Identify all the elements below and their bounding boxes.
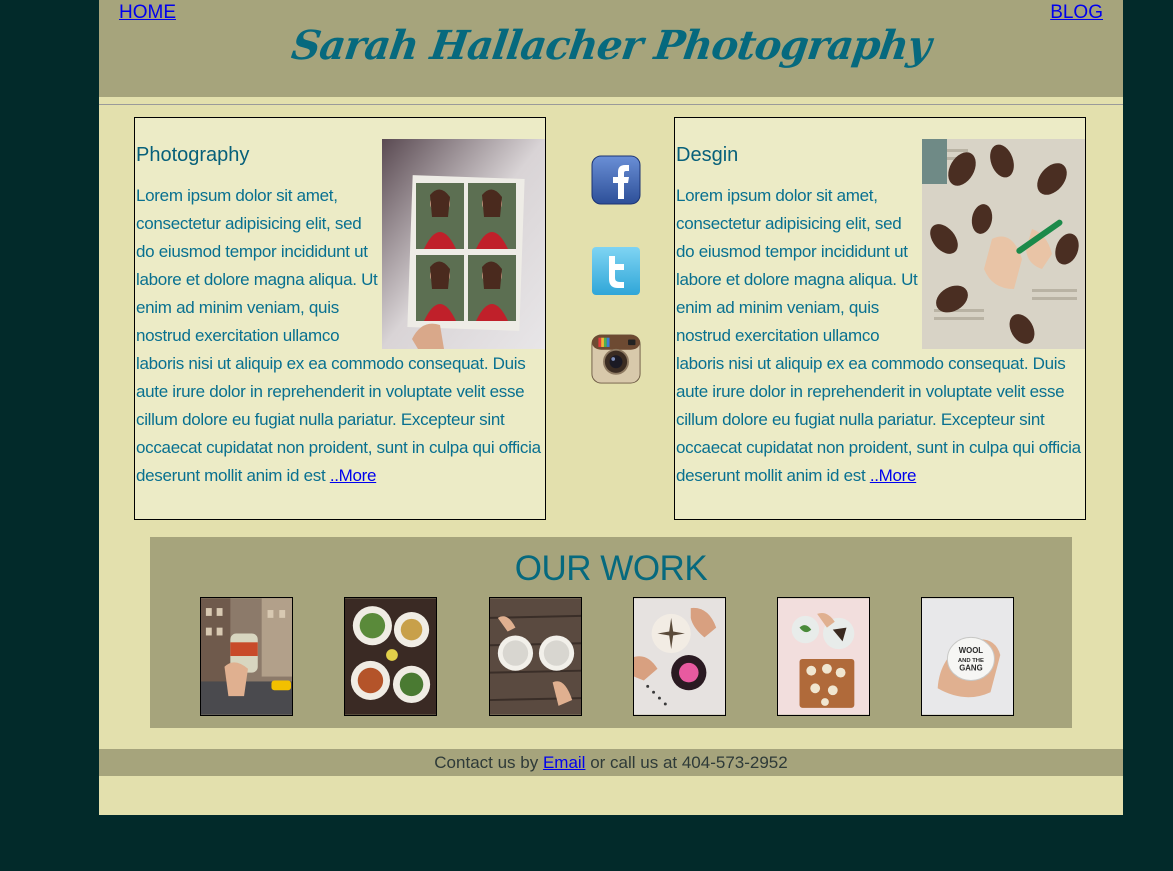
our-work-title: OUR WORK (514, 549, 708, 588)
work-thumbnail-coffee-cups[interactable] (489, 597, 582, 716)
more-link[interactable]: ..More (870, 466, 917, 485)
header-divider (99, 104, 1123, 105)
work-thumbnail-cutting-board[interactable] (777, 597, 870, 716)
site-footer: Contact us by Email or call us at 404-57… (99, 749, 1123, 776)
nav-home-link[interactable]: HOME (119, 2, 176, 24)
work-thumbnail-cupcakes[interactable] (633, 597, 726, 716)
site-title: Sarah Hallacher Photography (288, 22, 934, 69)
footer-suffix: or call us at 404-573-2952 (585, 753, 788, 772)
twitter-icon[interactable] (591, 246, 641, 296)
work-thumbnail-nuts-can[interactable] (200, 597, 293, 716)
footer-prefix: Contact us by (434, 753, 543, 772)
more-link[interactable]: ..More (330, 466, 377, 485)
page-container: HOME BLOG Sarah Hallacher Photography Ph… (99, 0, 1123, 815)
photography-panel: Photography Lorem ipsum dolor sit amet, … (134, 117, 546, 520)
site-header: HOME BLOG Sarah Hallacher Photography (99, 0, 1123, 97)
facebook-icon[interactable] (591, 155, 641, 205)
instagram-icon[interactable] (591, 334, 641, 384)
footer-email-link[interactable]: Email (543, 753, 586, 772)
nav-blog-link[interactable]: BLOG (1050, 2, 1103, 24)
svg-text:WOOL: WOOL (959, 646, 984, 655)
our-work-section: OUR WORK WOOL AND THE GANG (150, 537, 1072, 728)
svg-text:GANG: GANG (959, 664, 982, 673)
photo-strip-image (382, 139, 545, 349)
pinecones-image (922, 139, 1085, 349)
design-panel: Desgin Lorem ipsum dolor sit amet, conse… (674, 117, 1086, 520)
work-thumbnail-food-table[interactable] (344, 597, 437, 716)
work-thumbnail-wool-and-the-gang[interactable]: WOOL AND THE GANG (921, 597, 1014, 716)
